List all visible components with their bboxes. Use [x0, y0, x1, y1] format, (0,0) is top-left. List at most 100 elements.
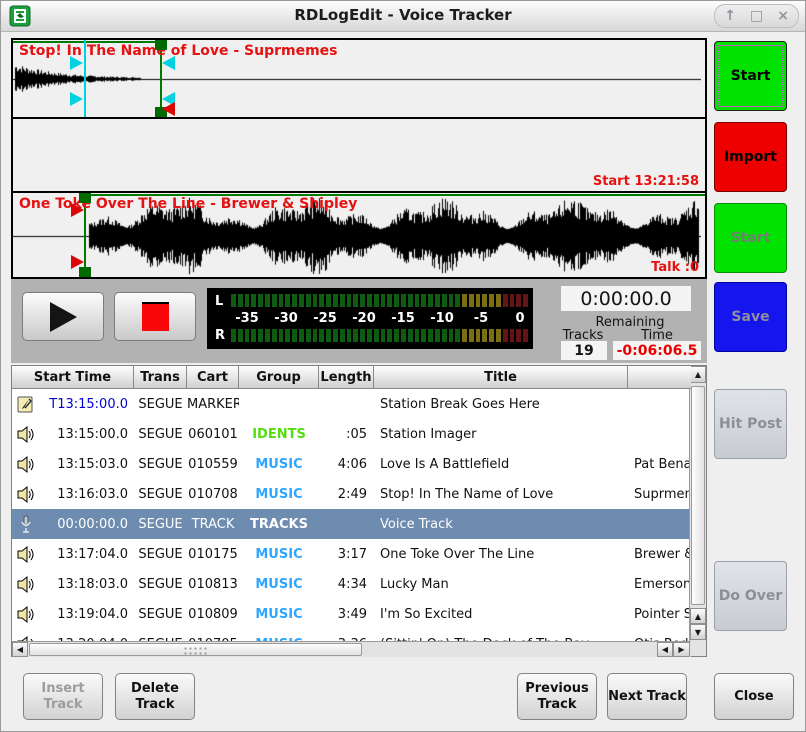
meter-segment: [455, 294, 460, 307]
meter-segment: [421, 294, 426, 307]
meter-segment: [394, 294, 399, 307]
fade-end-top-icon[interactable]: [162, 56, 175, 70]
import-button[interactable]: Import: [714, 122, 787, 192]
table-row[interactable]: 13:16:03.0SEGUE010708MUSIC2:49Stop! In T…: [12, 479, 691, 509]
cell-length: 4:06: [319, 457, 374, 472]
fade-marker-bottom-icon[interactable]: [70, 92, 83, 106]
meter-segment: [496, 329, 501, 342]
scroll-right-icon[interactable]: ▶: [673, 642, 690, 657]
table-row[interactable]: 13:17:04.0SEGUE010175MUSIC3:17One Toke O…: [12, 539, 691, 569]
delete-track-button[interactable]: Delete Track: [115, 673, 195, 720]
meter-segment: [510, 294, 515, 307]
meter-segment: [251, 294, 256, 307]
scroll-up2-icon[interactable]: ▲: [690, 608, 706, 624]
vertical-scrollbar[interactable]: ▲ ▲ ▼: [689, 366, 706, 656]
window-controls: ↑ □ ×: [714, 4, 799, 28]
col-trans[interactable]: Trans: [134, 366, 187, 389]
meter-segment: [319, 329, 324, 342]
cell-trans: SEGUE: [134, 427, 187, 442]
meter-right-segments: [231, 329, 528, 342]
scroll-left2-icon[interactable]: ◀: [657, 642, 673, 657]
close-button[interactable]: Close: [714, 673, 794, 720]
meter-segment: [360, 294, 365, 307]
meter-segment: [482, 329, 487, 342]
table-row[interactable]: 13:15:03.0SEGUE010559MUSIC4:06Love Is A …: [12, 449, 691, 479]
close-icon[interactable]: ×: [777, 5, 789, 27]
cell-title: Voice Track: [374, 517, 628, 532]
meter-segment: [326, 329, 331, 342]
meter-segment: [265, 329, 270, 342]
table-row[interactable]: 13:19:04.0SEGUE010809MUSIC3:49I'm So Exc…: [12, 599, 691, 629]
track-b-waveform[interactable]: One Toke Over The Line - Brewer & Shiple…: [13, 193, 705, 277]
play-button[interactable]: [22, 292, 104, 341]
meter-segment: [408, 294, 413, 307]
cell-artist: Pointer Sisters: [628, 607, 691, 622]
insert-track-button: Insert Track: [23, 673, 103, 720]
meter-segment: [313, 294, 318, 307]
col-start-time[interactable]: Start Time: [12, 366, 134, 389]
scroll-left-icon[interactable]: ◀: [12, 642, 28, 657]
start-track2-button: Start: [714, 203, 787, 273]
stop-button[interactable]: [114, 292, 196, 341]
meter-segment: [469, 294, 474, 307]
meter-segment: [449, 329, 454, 342]
meter-segment: [347, 329, 352, 342]
meter-segment: [523, 329, 528, 342]
speaker-icon: [16, 545, 36, 564]
horizontal-scroll-thumb[interactable]: [29, 643, 362, 656]
table-row[interactable]: T13:15:00.0SEGUEMARKERStation Break Goes…: [12, 389, 691, 419]
meter-segment: [258, 329, 263, 342]
start-track1-button[interactable]: Start: [714, 41, 787, 111]
maximize-icon[interactable]: □: [750, 5, 763, 27]
table-row[interactable]: 13:15:00.0SEGUE060101IDENTS:05Station Im…: [12, 419, 691, 449]
start-marker-bottom-icon[interactable]: [71, 255, 84, 269]
cell-length: 3:49: [319, 607, 374, 622]
fade-marker-top-icon[interactable]: [70, 56, 83, 70]
scroll-up-icon[interactable]: ▲: [690, 366, 706, 383]
meter-segment: [272, 329, 277, 342]
cell-title: Love Is A Battlefield: [374, 457, 628, 472]
track-b-handle-top[interactable]: [79, 193, 91, 203]
track-a-title: Stop! In The Name of Love - Suprmemes: [19, 43, 338, 59]
meter-segment: [387, 329, 392, 342]
shade-icon[interactable]: ↑: [724, 5, 736, 27]
col-artist[interactable]: [628, 366, 691, 389]
end-marker-icon[interactable]: [162, 102, 175, 116]
cell-cart: TRACK: [187, 517, 239, 532]
table-row[interactable]: 00:00:00.0SEGUETRACKTRACKSVoice Track: [12, 509, 691, 539]
previous-track-button[interactable]: Previous Track: [517, 673, 597, 720]
meter-segment: [516, 294, 521, 307]
speaker-icon: [16, 485, 36, 504]
voice-track-start-label: Start 13:21:58: [593, 174, 699, 189]
start-marker-top-icon[interactable]: [71, 203, 84, 217]
col-cart[interactable]: Cart: [187, 366, 239, 389]
scroll-down-icon[interactable]: ▼: [690, 624, 706, 640]
table-row[interactable]: 13:20:04.0SEGUE010705MUSIC3:36(Sittin' O…: [12, 629, 691, 641]
cell-artist: Pat Benatar: [628, 457, 691, 472]
meter-segment: [285, 294, 290, 307]
meter-segment: [367, 329, 372, 342]
vertical-scroll-thumb[interactable]: [691, 386, 705, 605]
meter-segment: [489, 329, 494, 342]
meter-segment: [503, 294, 508, 307]
track-a-waveform[interactable]: Stop! In The Name of Love - Suprmemes: [13, 40, 705, 119]
col-length[interactable]: Length: [319, 366, 374, 389]
table-row[interactable]: 13:18:03.0SEGUE010813MUSIC4:34Lucky ManE…: [12, 569, 691, 599]
meter-segment: [476, 329, 481, 342]
voice-track-waveform[interactable]: Start 13:21:58: [13, 119, 705, 193]
col-title[interactable]: Title: [374, 366, 628, 389]
meter-scale-label: -35: [235, 311, 259, 326]
cell-trans: SEGUE: [134, 577, 187, 592]
meter-segment: [360, 329, 365, 342]
titlebar: RDLogEdit - Voice Tracker ↑ □ ×: [1, 1, 805, 32]
meter-segment: [442, 294, 447, 307]
meter-segment: [306, 329, 311, 342]
meter-segment: [306, 294, 311, 307]
meter-segment: [333, 329, 338, 342]
horizontal-scrollbar[interactable]: ◀ ◀ ▶: [12, 641, 691, 657]
meter-segment: [428, 329, 433, 342]
segue-handle-top[interactable]: [155, 40, 167, 50]
meter-segment: [319, 294, 324, 307]
col-group[interactable]: Group: [239, 366, 319, 389]
next-track-button[interactable]: Next Track: [607, 673, 687, 720]
